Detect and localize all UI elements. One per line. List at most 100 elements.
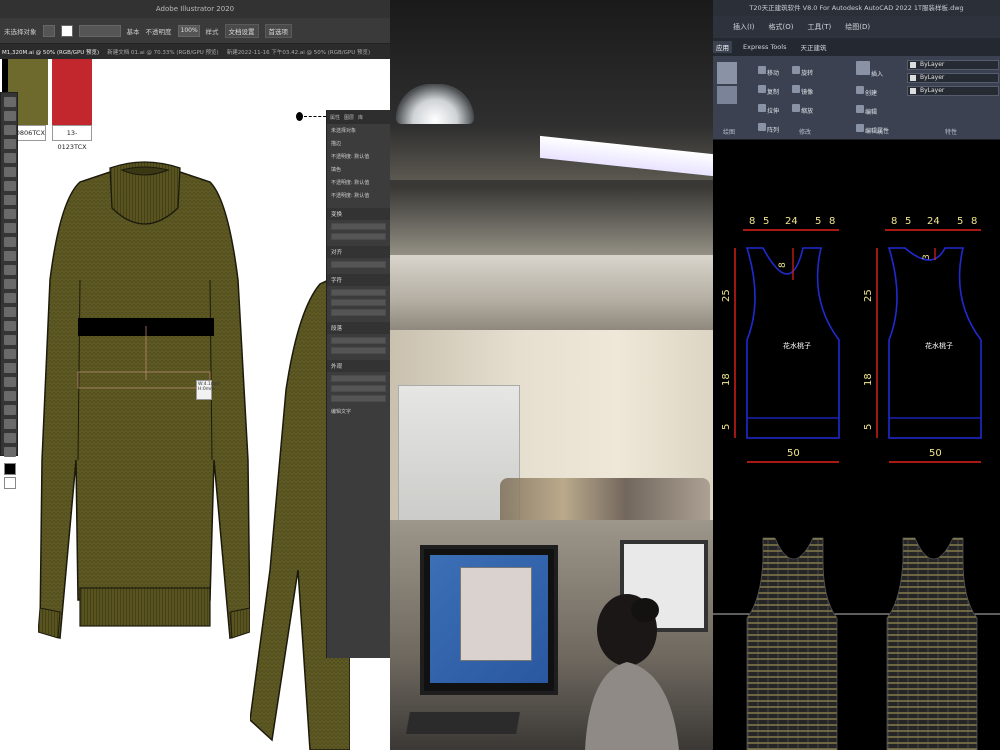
eyedropper-tool-icon[interactable]: [4, 363, 16, 373]
appearance-field-2[interactable]: [331, 385, 386, 392]
blend-tool-icon[interactable]: [4, 377, 16, 387]
stroke-row[interactable]: 描边: [327, 137, 390, 150]
scale-tool-icon[interactable]: [4, 265, 16, 275]
insert-label[interactable]: 插入: [871, 71, 883, 78]
paintbrush-tool-icon[interactable]: [4, 209, 16, 219]
char-section[interactable]: 字符: [327, 274, 390, 286]
char-field-3[interactable]: [331, 309, 386, 316]
rotate-tool-icon[interactable]: [4, 251, 16, 261]
menu-tools[interactable]: 工具(T): [808, 22, 832, 32]
artboard-tool-icon[interactable]: [4, 419, 16, 429]
symbol-sprayer-tool-icon[interactable]: [4, 391, 16, 401]
opacity-input[interactable]: 100%: [177, 24, 200, 37]
tab-apps[interactable]: 应用: [713, 41, 732, 53]
stroke-swatch[interactable]: [60, 24, 73, 37]
appearance-field-3[interactable]: [331, 395, 386, 402]
char-field[interactable]: [331, 289, 386, 296]
create-label[interactable]: 创建: [865, 90, 877, 97]
graph-tool-icon[interactable]: [4, 405, 16, 415]
menu-format[interactable]: 格式(O): [769, 22, 794, 32]
copy-icon[interactable]: [758, 85, 766, 93]
edit-attr-icon[interactable]: [856, 124, 864, 132]
stretch-label[interactable]: 拉伸: [767, 108, 779, 115]
pen-tool-icon[interactable]: [4, 139, 16, 149]
appearance-section[interactable]: 外观: [327, 360, 390, 372]
line-tool-icon[interactable]: [717, 62, 737, 84]
edit-text-button[interactable]: 编辑文字: [327, 405, 390, 418]
edit-label[interactable]: 编辑: [865, 109, 877, 116]
opacity-row-2[interactable]: 不透明度: 默认值: [327, 176, 390, 189]
move-icon[interactable]: [758, 66, 766, 74]
edit-icon[interactable]: [856, 105, 864, 113]
shape-builder-tool-icon[interactable]: [4, 307, 16, 317]
doc-tab-1[interactable]: M1,320M.ai @ 50% (RGB/GPU 预览): [2, 48, 99, 56]
fill-swatch[interactable]: [42, 24, 55, 37]
free-transform-tool-icon[interactable]: [4, 293, 16, 303]
doc-setup-button[interactable]: 文档设置: [224, 23, 259, 38]
para-section[interactable]: 段落: [327, 322, 390, 334]
pattern-piece-1[interactable]: 8 5 24 5 8 25 18 5 8 花水桃子 50: [721, 216, 840, 463]
mirror-label[interactable]: 镜像: [801, 89, 813, 96]
gradient-tool-icon[interactable]: [4, 349, 16, 359]
pattern-piece-2[interactable]: 8 5 24 5 8 25 18 5 3 花水桃子 50: [863, 216, 982, 463]
create-icon[interactable]: [856, 86, 864, 94]
polyline-tool-icon[interactable]: [717, 86, 737, 104]
rectangle-tool-icon[interactable]: [4, 195, 16, 205]
knit-grid-piece-1[interactable]: [746, 537, 838, 750]
tab-tangent[interactable]: 天正建筑: [797, 41, 829, 53]
rotate-icon[interactable]: [792, 66, 801, 74]
doc-tab-2[interactable]: 新建文档 01.ai @ 70.33% (RGB/GPU 预览): [107, 48, 218, 56]
mesh-tool-icon[interactable]: [4, 335, 16, 345]
preferences-button[interactable]: 首选项: [264, 23, 292, 38]
direct-selection-tool-icon[interactable]: [4, 111, 16, 121]
selection-tool-icon[interactable]: [4, 97, 16, 107]
opacity-row-1[interactable]: 不透明度: 默认值: [327, 150, 390, 163]
scale-label[interactable]: 缩放: [801, 108, 813, 115]
line-tool-icon[interactable]: [4, 181, 16, 191]
hand-tool-icon[interactable]: [4, 433, 16, 443]
menu-insert[interactable]: 插入(I): [733, 22, 755, 32]
array-icon[interactable]: [758, 123, 766, 131]
eraser-tool-icon[interactable]: [4, 237, 16, 247]
sweater-front-illustration[interactable]: [38, 160, 250, 642]
char-field-2[interactable]: [331, 299, 386, 306]
stroke-style[interactable]: 基本: [127, 26, 140, 36]
stroke-color-icon[interactable]: [4, 477, 16, 489]
doc-tab-3[interactable]: 新建2022-11-16 下午03.42.ai @ 50% (RGB/GPU 预…: [227, 48, 370, 56]
opacity-row-3[interactable]: 不透明度: 默认值: [327, 189, 390, 202]
lineweight-select[interactable]: ByLayer: [907, 86, 999, 96]
knit-grid-piece-2[interactable]: [886, 537, 978, 750]
tab-layers[interactable]: 图层: [344, 114, 354, 121]
mirror-icon[interactable]: [792, 85, 801, 93]
transform-field-2[interactable]: [331, 233, 386, 240]
para-field-2[interactable]: [331, 347, 386, 354]
pencil-tool-icon[interactable]: [4, 223, 16, 233]
stretch-icon[interactable]: [758, 104, 766, 112]
insert-icon[interactable]: [856, 61, 870, 75]
width-tool-icon[interactable]: [4, 279, 16, 289]
fill-color-icon[interactable]: [4, 463, 16, 475]
align-field[interactable]: [331, 261, 386, 268]
linetype-select[interactable]: ByLayer: [907, 73, 999, 83]
tab-libraries[interactable]: 库: [358, 114, 363, 121]
appearance-field[interactable]: [331, 375, 386, 382]
curvature-tool-icon[interactable]: [4, 153, 16, 163]
tab-express-tools[interactable]: Express Tools: [740, 42, 789, 52]
magic-wand-tool-icon[interactable]: [4, 125, 16, 135]
menu-draw[interactable]: 绘图(D): [845, 22, 870, 32]
para-field[interactable]: [331, 337, 386, 344]
align-section[interactable]: 对齐: [327, 246, 390, 258]
scale-icon[interactable]: [792, 104, 801, 112]
layer-select[interactable]: ByLayer: [907, 60, 999, 70]
tab-properties[interactable]: 属性: [330, 114, 340, 121]
copy-label[interactable]: 复制: [767, 89, 779, 96]
perspective-tool-icon[interactable]: [4, 321, 16, 331]
autocad-drawing-canvas[interactable]: 8 5 24 5 8 25 18 5 8 花水桃子 50 8 5 24 5 8 …: [713, 140, 1000, 750]
move-label[interactable]: 移动: [767, 70, 779, 77]
stroke-weight-input[interactable]: [78, 24, 121, 37]
rotate-label[interactable]: 旋转: [801, 70, 813, 77]
transform-field[interactable]: [331, 223, 386, 230]
transform-section[interactable]: 变换: [327, 208, 390, 220]
zoom-tool-icon[interactable]: [4, 447, 16, 457]
fill-row[interactable]: 填色: [327, 163, 390, 176]
